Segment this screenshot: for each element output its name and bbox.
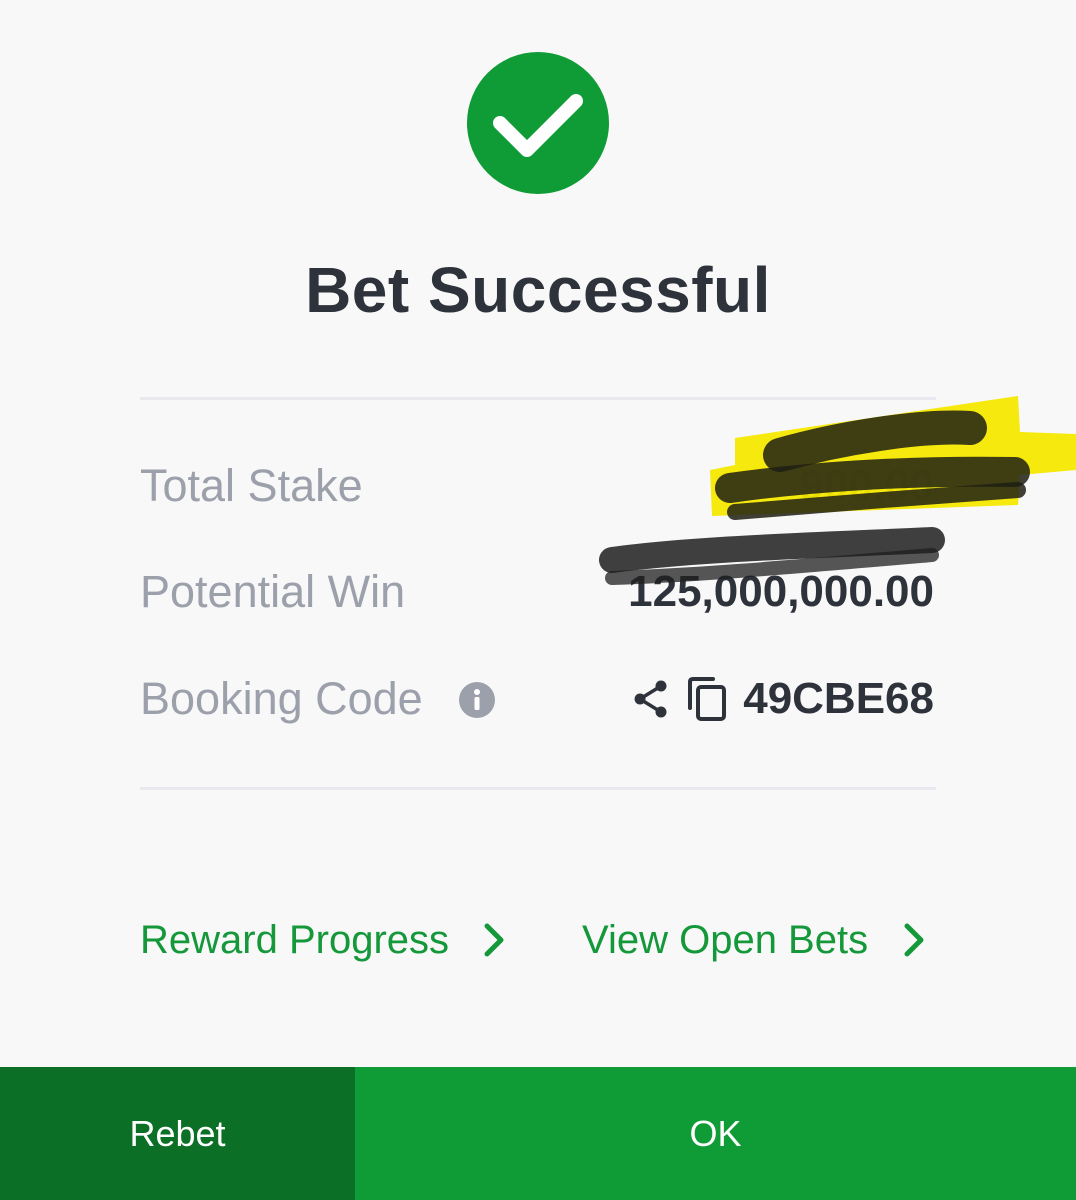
page-title: Bet Successful — [305, 254, 771, 326]
check-circle-icon — [467, 52, 609, 194]
reward-progress-label: Reward Progress — [140, 918, 450, 962]
potential-win-label: Potential Win — [140, 566, 406, 617]
view-open-bets-label: View Open Bets — [582, 918, 869, 962]
view-open-bets-link[interactable]: View Open Bets — [582, 912, 932, 968]
total-stake-label: Total Stake — [140, 460, 363, 511]
chevron-right-icon — [904, 923, 924, 957]
top-divider — [140, 397, 936, 400]
share-icon[interactable] — [630, 678, 672, 720]
bottom-divider — [140, 787, 936, 790]
booking-code-label: Booking Code — [140, 673, 423, 724]
info-icon[interactable] — [459, 682, 495, 718]
total-stake-value: 900.00 — [799, 461, 934, 510]
rebet-button[interactable]: Rebet — [0, 1067, 355, 1200]
booking-code-value: 49CBE68 — [743, 674, 934, 723]
chevron-right-icon — [484, 923, 504, 957]
copy-icon[interactable] — [686, 676, 728, 722]
ok-button[interactable]: OK — [355, 1067, 1076, 1200]
reward-progress-link[interactable]: Reward Progress — [140, 912, 510, 968]
potential-win-value: 125,000,000.00 — [628, 567, 934, 616]
